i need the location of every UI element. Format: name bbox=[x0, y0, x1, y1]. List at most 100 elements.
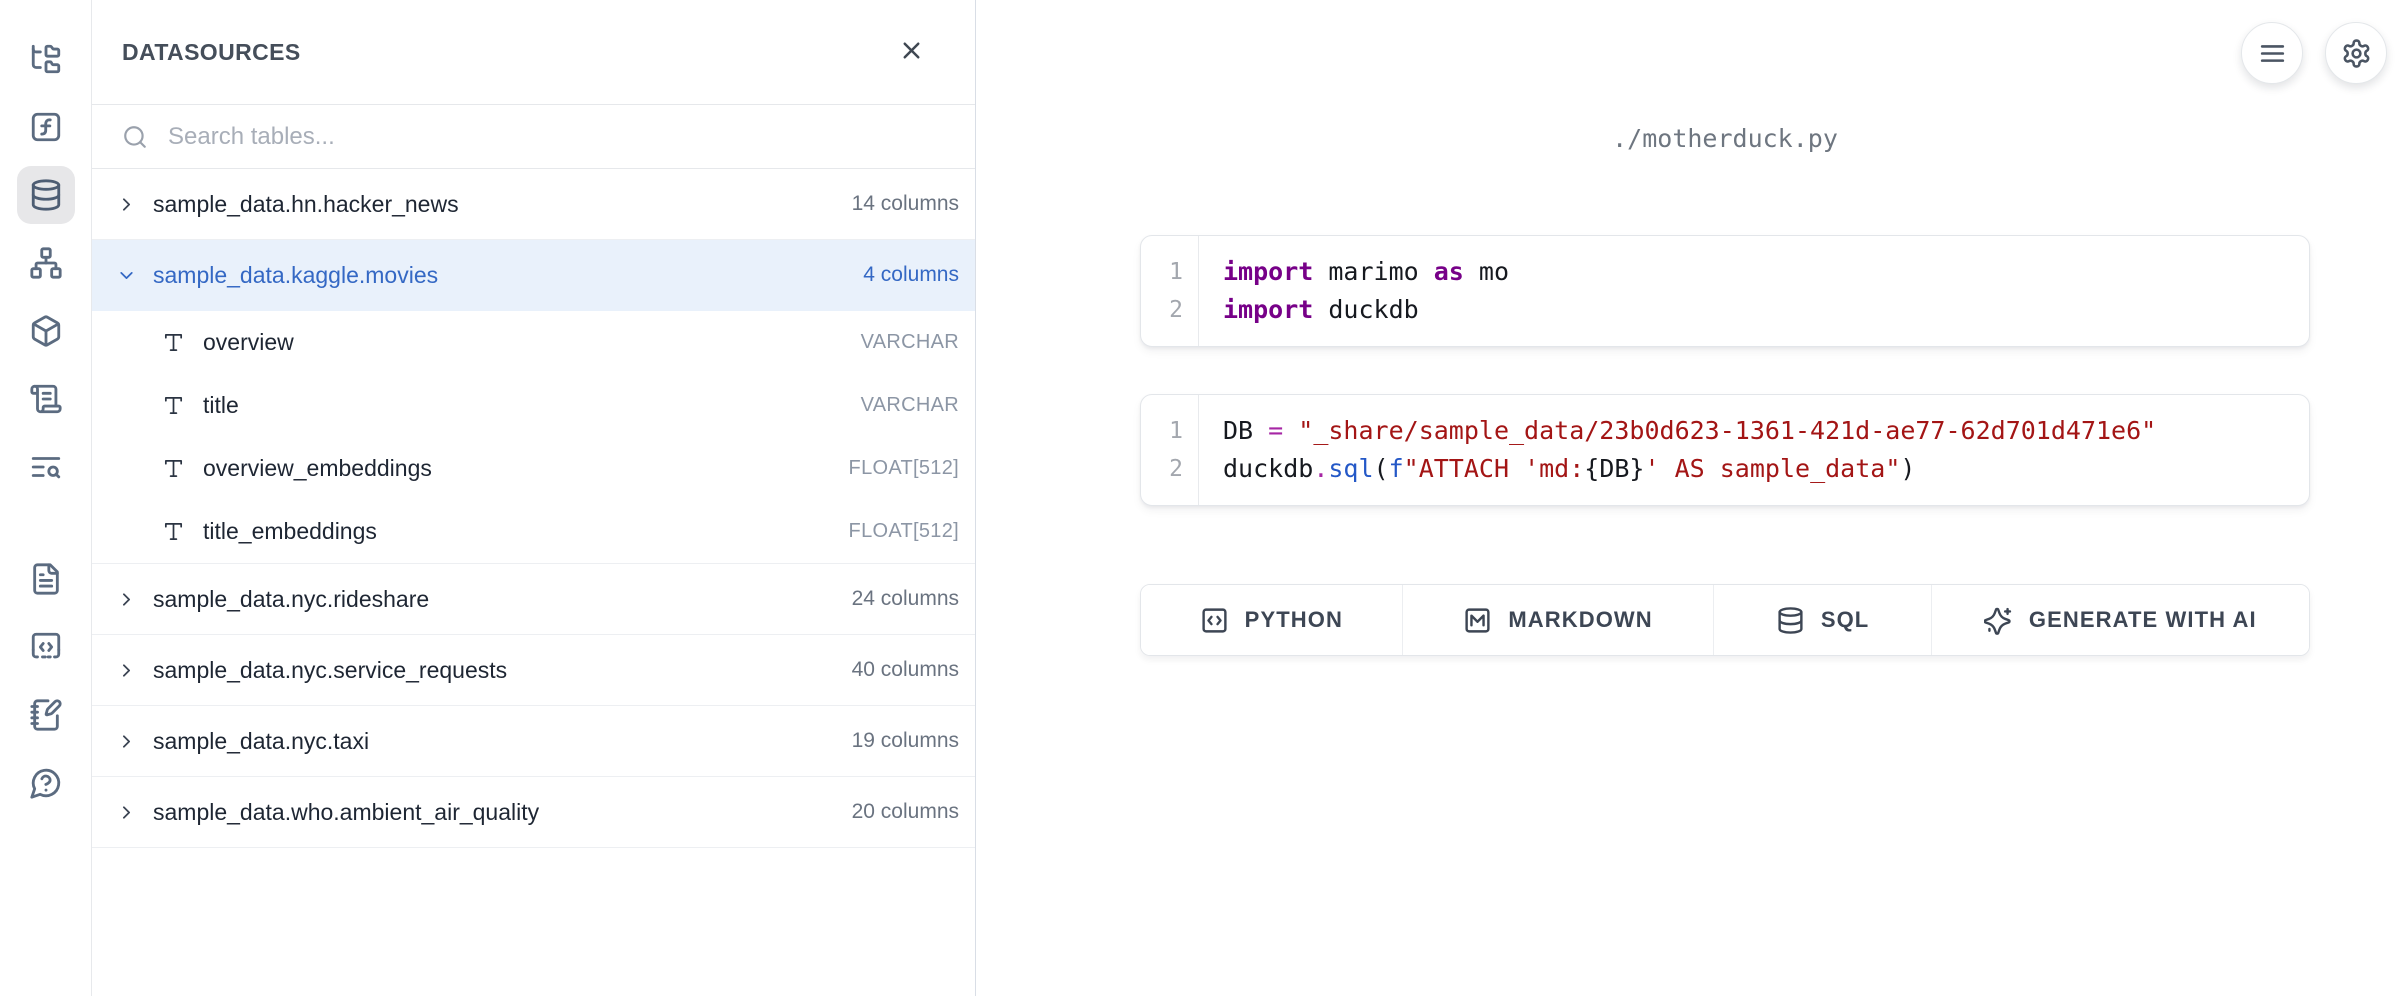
column-row[interactable]: title VARCHAR bbox=[92, 374, 975, 437]
column-row[interactable]: overviewVARCHAR bbox=[92, 311, 975, 374]
sidebar-button-help-chat-icon[interactable] bbox=[17, 754, 75, 812]
search-icon bbox=[122, 124, 148, 150]
notebook-pen-icon bbox=[29, 698, 63, 732]
column-type: VARCHAR bbox=[861, 394, 959, 417]
column-name: title bbox=[203, 392, 843, 419]
line-number: 1 bbox=[1141, 412, 1198, 450]
table-name: sample_data.hn.hacker_news bbox=[153, 191, 836, 218]
sidebar-button-scroll-text-icon[interactable] bbox=[17, 370, 75, 428]
chevron-right-icon bbox=[116, 194, 137, 215]
table-name: sample_data.nyc.taxi bbox=[153, 728, 836, 755]
add-cell-button-label: SQL bbox=[1821, 607, 1870, 633]
sidebar-button-database-icon[interactable] bbox=[17, 166, 75, 224]
code-token: ( bbox=[1374, 454, 1389, 483]
add-cell-buttons: PYTHON MARKDOWN SQL GENERATE WITH AI bbox=[1140, 584, 2310, 656]
code-token: duckdb bbox=[1313, 295, 1418, 324]
menu-icon bbox=[2257, 38, 2288, 69]
code-token: DB bbox=[1223, 416, 1268, 445]
sidebar-button-box-icon[interactable] bbox=[17, 302, 75, 360]
code-line: import duckdb bbox=[1223, 291, 2299, 329]
add-cell-button-label: MARKDOWN bbox=[1508, 607, 1652, 633]
code-token: = bbox=[1268, 416, 1283, 445]
code-editor[interactable]: DB = "_share/sample_data/23b0d623-1361-4… bbox=[1199, 395, 2309, 505]
notebook-column: ./motherduck.py 12import marimo as moimp… bbox=[1140, 124, 2310, 656]
sidebar-button-notebook-pen-icon[interactable] bbox=[17, 686, 75, 744]
type-text-icon bbox=[162, 520, 185, 543]
text-search-icon bbox=[29, 450, 63, 484]
code-line: duckdb.sql(f"ATTACH 'md:{DB}' AS sample_… bbox=[1223, 450, 2299, 488]
header-buttons bbox=[2241, 22, 2387, 84]
add-cell-button-markdown[interactable]: MARKDOWN bbox=[1403, 585, 1715, 655]
table-columns-group: overviewVARCHAR title VARCHAR overview_embe… bbox=[92, 311, 975, 564]
code-token: import bbox=[1223, 295, 1313, 324]
add-cell-button-generate-with-ai[interactable]: GENERATE WITH AI bbox=[1932, 585, 2309, 655]
code-line: import marimo as mo bbox=[1223, 253, 2299, 291]
sidebar-button-network-icon[interactable] bbox=[17, 234, 75, 292]
table-row[interactable]: sample_data.kaggle.movies 4 columns bbox=[92, 240, 975, 311]
code-token: . bbox=[1313, 454, 1328, 483]
database-icon bbox=[29, 178, 63, 212]
line-number: 2 bbox=[1141, 450, 1198, 488]
table-row[interactable]: sample_data.nyc.taxi19 columns bbox=[92, 706, 975, 777]
chevron-down-icon bbox=[116, 265, 137, 286]
database-icon bbox=[1776, 606, 1805, 635]
code-token: marimo bbox=[1313, 257, 1433, 286]
panel-title: DATASOURCES bbox=[122, 39, 301, 66]
code-token: ' AS sample_data" bbox=[1645, 454, 1901, 483]
square-code-dashed-icon bbox=[29, 630, 63, 664]
column-row[interactable]: overview_embeddingsFLOAT[512] bbox=[92, 437, 975, 500]
type-text-icon bbox=[162, 394, 185, 417]
column-row[interactable]: title_embeddings FLOAT[512] bbox=[92, 500, 975, 563]
chevron-right-icon bbox=[116, 802, 137, 823]
app-root: DATASOURCES sample_data.hn.hacker_news14… bbox=[0, 0, 2399, 996]
sidebar-button-square-code-dashed-icon[interactable] bbox=[17, 618, 75, 676]
table-columns-count: 40 columns bbox=[852, 658, 959, 682]
code-token bbox=[1283, 416, 1298, 445]
menu-button[interactable] bbox=[2241, 22, 2303, 84]
line-number: 1 bbox=[1141, 253, 1198, 291]
cells-container: 12import marimo as moimport duckdb12DB =… bbox=[1140, 235, 2310, 506]
add-cell-button-python[interactable]: PYTHON bbox=[1141, 585, 1403, 655]
sidebar-button-text-search-icon[interactable] bbox=[17, 438, 75, 496]
scroll-text-icon bbox=[29, 382, 63, 416]
table-row[interactable]: sample_data.nyc.rideshare24 columns bbox=[92, 564, 975, 635]
sidebar-button-file-tree-icon[interactable] bbox=[17, 30, 75, 88]
chevron-right-icon bbox=[116, 660, 137, 681]
sparkles-icon bbox=[1984, 606, 2013, 635]
table-name: sample_data.nyc.service_requests bbox=[153, 657, 836, 684]
settings-gear-icon bbox=[2341, 38, 2372, 69]
table-row[interactable]: sample_data.nyc.service_requests 40 colum… bbox=[92, 635, 975, 706]
add-cell-button-label: PYTHON bbox=[1245, 607, 1343, 633]
settings-button[interactable] bbox=[2325, 22, 2387, 84]
close-panel-button[interactable] bbox=[894, 33, 929, 71]
code-cell[interactable]: 12import marimo as moimport duckdb bbox=[1140, 235, 2310, 347]
sidebar-rail bbox=[0, 0, 92, 996]
search-input[interactable] bbox=[168, 123, 945, 151]
code-cell[interactable]: 12DB = "_share/sample_data/23b0d623-1361… bbox=[1140, 394, 2310, 506]
column-type: FLOAT[512] bbox=[849, 520, 959, 543]
column-name: overview bbox=[203, 329, 843, 356]
table-row[interactable]: sample_data.who.ambient_air_quality20 co… bbox=[92, 777, 975, 848]
table-name: sample_data.kaggle.movies bbox=[153, 262, 847, 289]
chevron-right-icon bbox=[116, 589, 137, 610]
code-token: import bbox=[1223, 257, 1313, 286]
add-cell-button-sql[interactable]: SQL bbox=[1714, 585, 1931, 655]
column-name: title_embeddings bbox=[203, 518, 831, 545]
table-columns-count: 4 columns bbox=[863, 263, 959, 287]
code-token: "_share/sample_data/23b0d623-1361-421d-a… bbox=[1298, 416, 2156, 445]
function-square-icon bbox=[29, 110, 63, 144]
file-title: ./motherduck.py bbox=[1140, 124, 2310, 156]
code-token: duckdb bbox=[1223, 454, 1313, 483]
add-cell-button-label: GENERATE WITH AI bbox=[2029, 607, 2257, 633]
code-token: "ATTACH 'md: bbox=[1404, 454, 1585, 483]
sidebar-button-function-square-icon[interactable] bbox=[17, 98, 75, 156]
table-row[interactable]: sample_data.hn.hacker_news14 columns bbox=[92, 169, 975, 240]
chevron-right-icon bbox=[116, 731, 137, 752]
type-text-icon bbox=[162, 331, 185, 354]
file-tree-icon bbox=[29, 42, 63, 76]
column-type: FLOAT[512] bbox=[849, 457, 959, 480]
network-icon bbox=[29, 246, 63, 280]
table-columns-count: 24 columns bbox=[852, 587, 959, 611]
sidebar-button-file-text-icon[interactable] bbox=[17, 550, 75, 608]
code-editor[interactable]: import marimo as moimport duckdb bbox=[1199, 236, 2309, 346]
